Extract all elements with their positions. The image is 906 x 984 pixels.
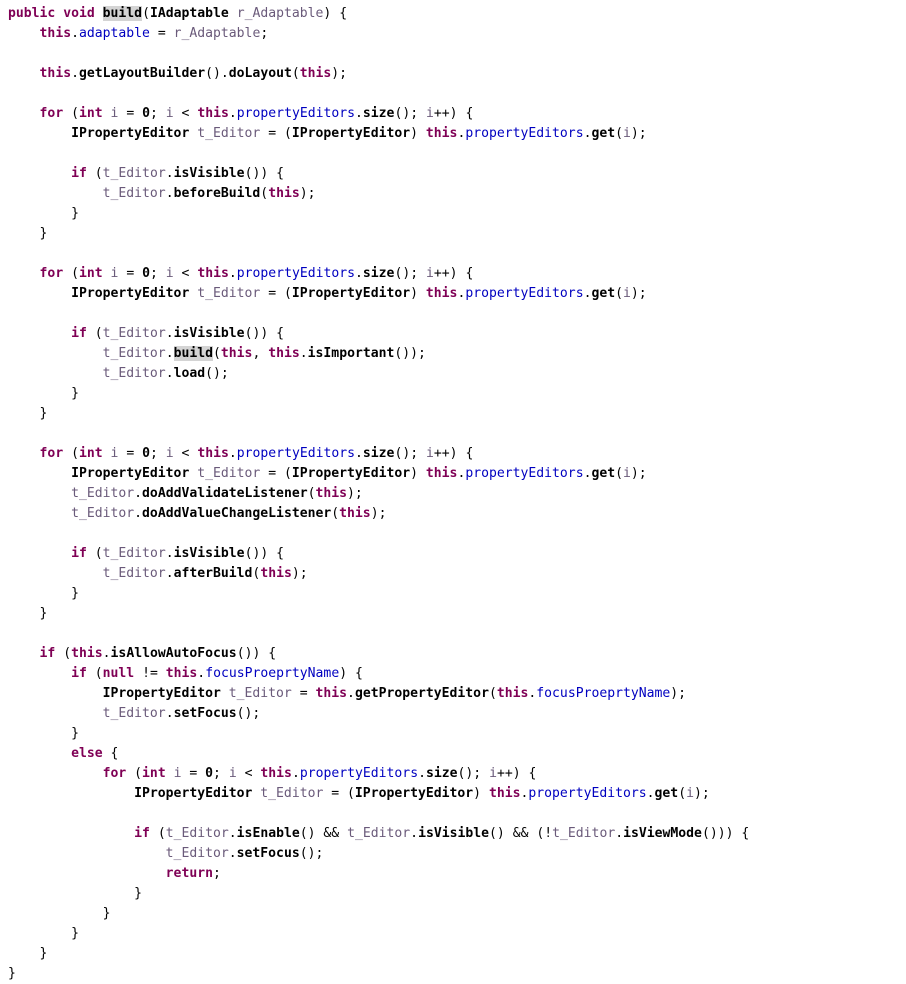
code-line: for (int i = 0; i < this.propertyEditors… [39, 106, 474, 121]
code-line: } [39, 406, 48, 421]
code-line: t_Editor.setFocus(); [102, 706, 261, 721]
code-line: t_Editor.doAddValueChangeListener(this); [71, 506, 387, 521]
code-line: if (t_Editor.isVisible()) { [71, 166, 284, 181]
code-line: this.adaptable = r_Adaptable; [39, 26, 269, 41]
code-line: t_Editor.load(); [102, 366, 229, 381]
code-line: } [39, 946, 48, 961]
code-line: IPropertyEditor t_Editor = (IPropertyEdi… [71, 466, 647, 481]
code-line: this.getLayoutBuilder().doLayout(this); [39, 66, 348, 81]
code-line: if (null != this.focusProeprtyName) { [71, 666, 363, 681]
code-line: } [71, 926, 79, 941]
code-listing: public void build(IAdaptable r_Adaptable… [0, 0, 906, 984]
code-line: for (int i = 0; i < this.propertyEditors… [102, 766, 537, 781]
code-line: IPropertyEditor t_Editor = this.getPrope… [102, 686, 687, 701]
code-line: t_Editor.doAddValidateListener(this); [71, 486, 363, 501]
code-line: IPropertyEditor t_Editor = (IPropertyEdi… [134, 786, 710, 801]
code-line: } [39, 606, 48, 621]
code-line: if (t_Editor.isVisible()) { [71, 546, 284, 561]
code-line: t_Editor.setFocus(); [165, 846, 324, 861]
code-line: t_Editor.afterBuild(this); [102, 566, 308, 581]
code-line: if (t_Editor.isEnable() && t_Editor.isVi… [134, 826, 750, 841]
code-line: return; [165, 866, 221, 881]
code-line: if (this.isAllowAutoFocus()) { [39, 646, 277, 661]
code-line: } [71, 386, 79, 401]
code-line: t_Editor.build(this, this.isImportant())… [102, 346, 426, 361]
code-line: for (int i = 0; i < this.propertyEditors… [39, 266, 474, 281]
code-line: for (int i = 0; i < this.propertyEditors… [39, 446, 474, 461]
code-line: } [71, 586, 79, 601]
code-line: IPropertyEditor t_Editor = (IPropertyEdi… [71, 126, 647, 141]
code-line: } [71, 726, 79, 741]
code-line: } [71, 206, 79, 221]
code-line: t_Editor.beforeBuild(this); [102, 186, 316, 201]
code-line: } [8, 966, 16, 981]
code-line: else { [71, 746, 119, 761]
code-line: } [102, 906, 111, 921]
code-line: if (t_Editor.isVisible()) { [71, 326, 284, 341]
code-line: public void build(IAdaptable r_Adaptable… [8, 6, 348, 21]
code-line: } [39, 226, 48, 241]
code-line: } [134, 886, 143, 901]
code-line: IPropertyEditor t_Editor = (IPropertyEdi… [71, 286, 647, 301]
